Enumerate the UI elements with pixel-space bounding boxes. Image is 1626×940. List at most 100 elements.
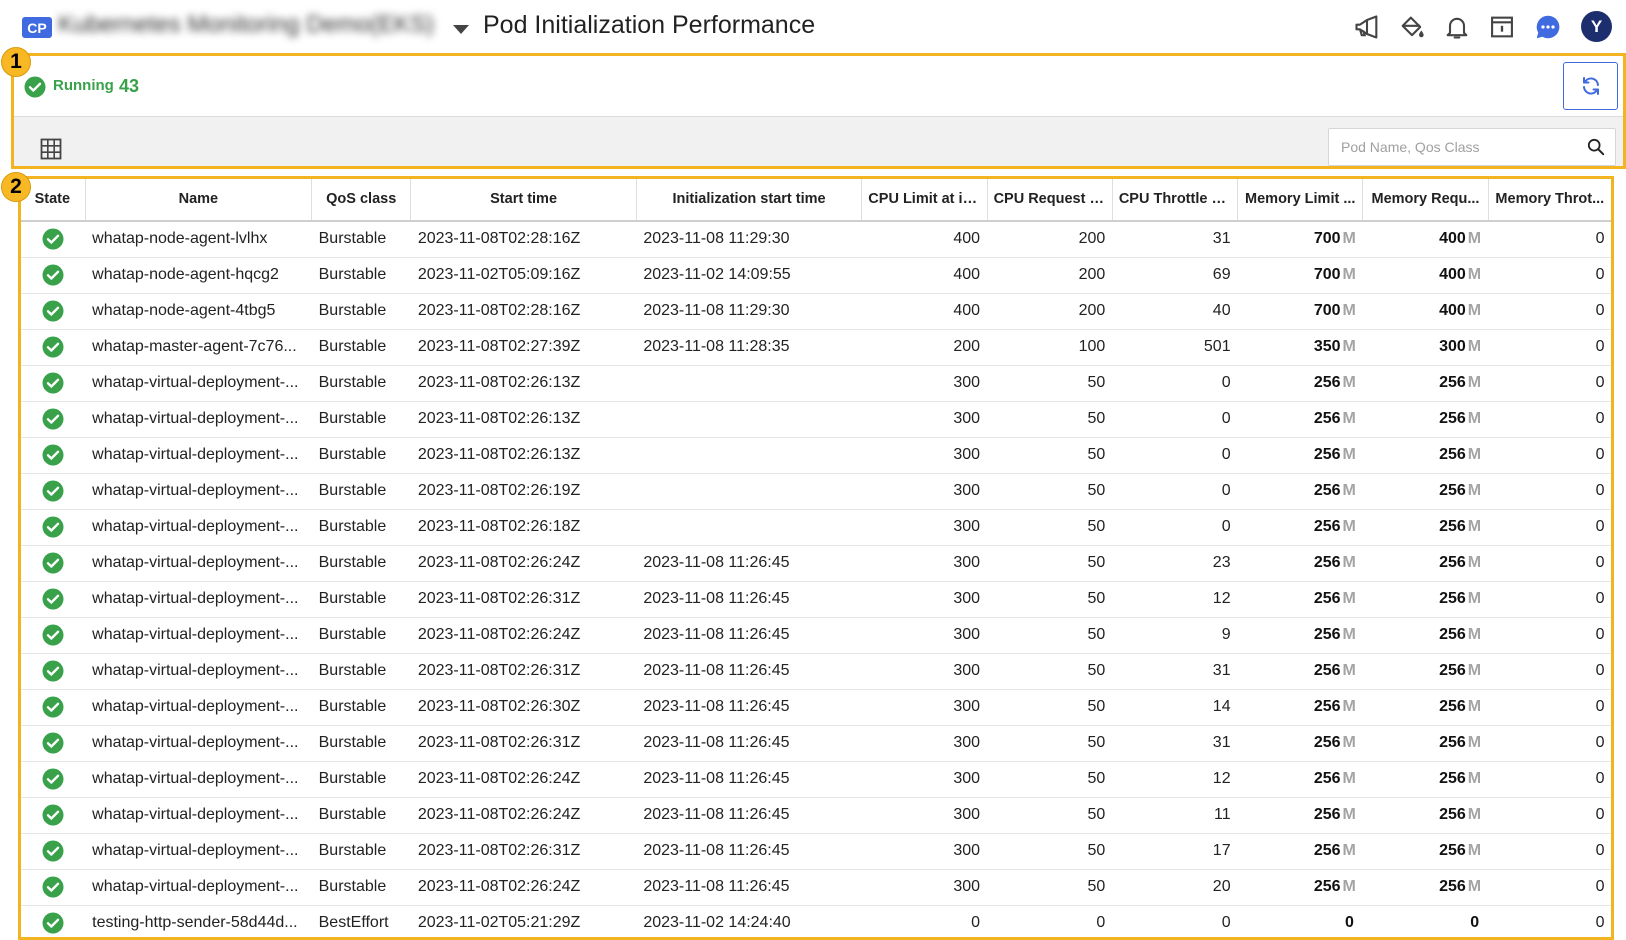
refresh-button[interactable]	[1563, 62, 1618, 110]
running-state-icon	[42, 768, 64, 790]
column-header[interactable]: QoS class	[311, 178, 412, 222]
table-row[interactable]: whatap-virtual-deployment-... Burstable 20…	[20, 761, 1612, 798]
page-title: Pod Initialization Performance	[483, 11, 816, 39]
cell-memory-limit-value: 256	[1313, 446, 1341, 463]
cell-init-start-time	[636, 365, 862, 402]
table-row[interactable]: testing-http-sender-58d44d... BestEffort 2…	[20, 905, 1612, 940]
search-icon[interactable]	[1587, 138, 1605, 156]
cell-cpu-request: 50	[987, 581, 1113, 618]
calendar-panel-icon[interactable]	[1487, 12, 1517, 42]
cell-cpu-limit: 300	[861, 401, 988, 438]
table-row[interactable]: whatap-virtual-deployment-... Burstable 20…	[20, 617, 1612, 654]
table-row[interactable]: whatap-virtual-deployment-... Burstable 20…	[20, 437, 1612, 474]
search-input[interactable]	[1341, 129, 1581, 165]
project-name[interactable]: Kubernetes Monitoring Demo(EKS)	[58, 11, 434, 39]
cell-state	[20, 257, 86, 294]
table-row[interactable]: whatap-master-agent-7c76... Burstable 2023…	[20, 329, 1612, 366]
column-header[interactable]: CPU Request a...	[987, 178, 1113, 222]
cell-pod-name: whatap-virtual-deployment-...	[85, 509, 312, 546]
cell-memory-limit-value: 256	[1313, 806, 1341, 823]
running-state-icon	[42, 912, 64, 934]
cell-cpu-throttle: 0	[1112, 365, 1238, 402]
cell-cpu-limit: 300	[861, 653, 988, 690]
column-header[interactable]: Start time	[410, 178, 637, 222]
cell-memory-request: 256 M	[1362, 725, 1489, 762]
cell-memory-limit-value: 256	[1313, 842, 1341, 859]
refresh-icon	[1582, 77, 1599, 95]
cell-memory-request: 400 M	[1362, 257, 1489, 294]
memory-unit: M	[1342, 266, 1356, 283]
table-row[interactable]: whatap-virtual-deployment-... Burstable 20…	[20, 509, 1612, 546]
cell-init-start-time: 2023-11-02 14:09:55	[636, 257, 862, 294]
table-row[interactable]: whatap-virtual-deployment-... Burstable 20…	[20, 581, 1612, 618]
table-row[interactable]: whatap-virtual-deployment-... Burstable 20…	[20, 869, 1612, 906]
running-status-count[interactable]: 43	[119, 76, 139, 97]
memory-unit: M	[1467, 662, 1482, 679]
cell-qos-class: Burstable	[311, 869, 411, 906]
table-row[interactable]: whatap-virtual-deployment-... Burstable 20…	[20, 473, 1612, 510]
running-state-icon	[42, 444, 64, 466]
cell-memory-limit-value: 256	[1313, 518, 1341, 535]
cell-cpu-limit: 300	[861, 797, 988, 834]
cell-qos-class: BestEffort	[311, 905, 411, 940]
column-grid-icon[interactable]	[40, 138, 62, 160]
table-row[interactable]: whatap-virtual-deployment-... Burstable 20…	[20, 797, 1612, 834]
table-row[interactable]: whatap-virtual-deployment-... Burstable 20…	[20, 833, 1612, 870]
table-row[interactable]: whatap-virtual-deployment-... Burstable 20…	[20, 365, 1612, 402]
table-row[interactable]: whatap-node-agent-4tbg5 Burstable 2023-11-…	[20, 293, 1612, 330]
column-header[interactable]: Name	[85, 178, 313, 222]
column-header[interactable]: CPU Limit at in...	[861, 178, 988, 222]
cell-pod-name: whatap-virtual-deployment-...	[85, 653, 312, 690]
cell-init-start-time: 2023-11-08 11:26:45	[636, 545, 862, 582]
cell-cpu-throttle: 11	[1112, 797, 1238, 834]
cell-memory-limit-value: 256	[1313, 662, 1341, 679]
cell-memory-limit: 350 M	[1237, 329, 1363, 366]
cell-cpu-request: 50	[987, 653, 1113, 690]
bell-icon[interactable]	[1442, 12, 1472, 42]
memory-unit: M	[1467, 626, 1482, 643]
cell-qos-class: Burstable	[311, 473, 411, 510]
chat-icon[interactable]	[1533, 12, 1563, 42]
cell-cpu-throttle: 69	[1112, 257, 1238, 294]
cell-start-time: 2023-11-02T05:21:29Z	[410, 905, 637, 940]
cell-cpu-request: 50	[987, 797, 1113, 834]
memory-unit: M	[1342, 878, 1356, 895]
cell-cpu-request: 200	[987, 257, 1113, 294]
table-row[interactable]: whatap-virtual-deployment-... Burstable 20…	[20, 689, 1612, 726]
cell-memory-request-value: 256	[1439, 374, 1466, 391]
cell-cpu-request: 50	[987, 689, 1113, 726]
cell-init-start-time: 2023-11-08 11:26:45	[636, 581, 862, 618]
table-row[interactable]: whatap-virtual-deployment-... Burstable 20…	[20, 545, 1612, 582]
cell-memory-throttle: 0	[1488, 905, 1612, 940]
running-state-icon	[42, 228, 64, 250]
table-row[interactable]: whatap-virtual-deployment-... Burstable 20…	[20, 653, 1612, 690]
column-header[interactable]: Memory Requ...	[1362, 178, 1489, 222]
running-state-icon	[42, 840, 64, 862]
cell-state	[20, 545, 86, 582]
running-state-icon	[42, 300, 64, 322]
paint-bucket-icon[interactable]	[1397, 12, 1427, 42]
cell-pod-name: testing-http-sender-58d44d...	[85, 905, 312, 940]
cell-start-time: 2023-11-08T02:26:30Z	[410, 689, 637, 726]
cell-memory-throttle: 0	[1488, 257, 1612, 294]
table-row[interactable]: whatap-node-agent-hqcg2 Burstable 2023-11-…	[20, 257, 1612, 294]
project-dropdown-caret-icon[interactable]	[453, 25, 469, 34]
cell-pod-name: whatap-virtual-deployment-...	[85, 761, 312, 798]
table-row[interactable]: whatap-node-agent-lvlhx Burstable 2023-11-…	[20, 221, 1612, 258]
cell-cpu-throttle: 23	[1112, 545, 1238, 582]
cell-cpu-request: 50	[987, 833, 1113, 870]
running-state-icon	[42, 372, 64, 394]
avatar[interactable]: Y	[1581, 11, 1612, 42]
cell-memory-throttle: 0	[1488, 365, 1612, 402]
memory-unit: M	[1342, 374, 1356, 391]
table-row[interactable]: whatap-virtual-deployment-... Burstable 20…	[20, 725, 1612, 762]
column-header[interactable]: Initialization start time	[636, 178, 863, 222]
column-header[interactable]: Memory Throt...	[1488, 178, 1612, 222]
cell-memory-limit: 256 M	[1237, 797, 1363, 834]
column-header[interactable]: Memory Limit ...	[1237, 178, 1364, 222]
table-row[interactable]: whatap-virtual-deployment-... Burstable 20…	[20, 401, 1612, 438]
megaphone-icon[interactable]	[1352, 12, 1382, 42]
column-header[interactable]: CPU Throttle a...	[1112, 178, 1239, 222]
memory-unit: M	[1467, 590, 1482, 607]
running-status-label[interactable]: Running	[53, 77, 114, 94]
